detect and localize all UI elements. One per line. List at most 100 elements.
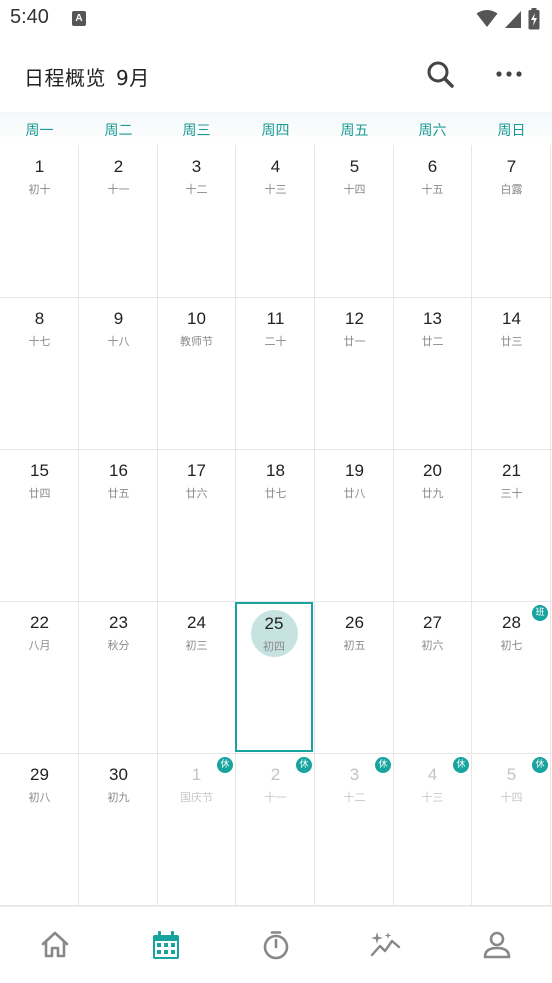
day-number: 26 [345, 613, 364, 632]
calendar-day[interactable]: 19 廿八 [315, 449, 394, 601]
day-number: 19 [345, 461, 364, 480]
lunar-date: 初五 [343, 639, 366, 652]
home-icon [41, 931, 69, 958]
lunar-date: 十七 [28, 335, 51, 348]
day-number: 24 [187, 613, 206, 632]
calendar-icon [153, 931, 179, 959]
lunar-date: 十一 [107, 183, 130, 196]
bottom-nav [0, 906, 552, 983]
wifi-icon [476, 10, 498, 27]
holiday-badge: 休 [217, 757, 233, 773]
day-number: 21 [502, 461, 521, 480]
calendar-day[interactable]: 24 初三 [157, 601, 236, 753]
holiday-badge: 休 [296, 757, 312, 773]
calendar-day[interactable]: 29 初八 [0, 753, 79, 905]
calendar-day[interactable]: 26 初五 [315, 601, 394, 753]
lunar-date: 十八 [107, 335, 130, 348]
lunar-date: 白露 [500, 183, 523, 196]
calendar-day[interactable]: 4 十三 [236, 145, 315, 297]
calendar-day[interactable]: 17 廿六 [157, 449, 236, 601]
lunar-date: 十四 [343, 183, 366, 196]
search-icon [427, 61, 454, 88]
profile-icon [483, 931, 511, 959]
day-number: 14 [502, 309, 521, 328]
calendar-day[interactable]: 23 秋分 [79, 601, 158, 753]
lunar-date: 初四 [263, 640, 285, 653]
calendar-day[interactable]: 8 十七 [0, 297, 79, 449]
lunar-date: 十二 [185, 183, 208, 196]
calendar-day[interactable]: 6 十五 [393, 145, 472, 297]
signal-icon [505, 11, 521, 28]
lunar-date: 初九 [107, 791, 130, 804]
nav-timer[interactable] [260, 929, 292, 961]
lunar-date: 国庆节 [180, 791, 213, 804]
weekday-label: 周四 [261, 123, 290, 139]
calendar-day[interactable]: 16 廿五 [79, 449, 158, 601]
nav-calendar[interactable] [150, 929, 182, 961]
weekday-label: 周日 [497, 123, 526, 139]
calendar-day[interactable]: 10 教师节 [157, 297, 236, 449]
calendar-day[interactable]: 13 廿二 [393, 297, 472, 449]
nav-profile[interactable] [481, 929, 513, 961]
lunar-date: 十五 [421, 183, 444, 196]
calendar-day[interactable]: 18 廿七 [236, 449, 315, 601]
weekday-label: 周六 [418, 123, 447, 139]
calendar-day[interactable]: 5 十四 [315, 145, 394, 297]
month-label[interactable]: 9月 [116, 66, 150, 90]
search-button[interactable] [424, 58, 456, 90]
day-number: 15 [30, 461, 49, 480]
calendar-day[interactable]: 22 八月 [0, 601, 79, 753]
calendar-day[interactable]: 28 初七班 [472, 601, 551, 753]
day-number: 7 [506, 157, 517, 176]
day-number: 17 [187, 461, 206, 480]
day-number: 20 [423, 461, 442, 480]
calendar-day[interactable]: 1 国庆节休 [157, 753, 236, 905]
calendar-day[interactable]: 20 廿九 [393, 449, 472, 601]
day-number: 27 [423, 613, 442, 632]
day-number: 30 [109, 765, 128, 784]
calendar-day[interactable]: 1 初十 [0, 145, 79, 297]
calendar-day[interactable]: 15 廿四 [0, 449, 79, 601]
day-number: 4 [270, 157, 281, 176]
calendar-day-today[interactable]: 25 初四 [235, 602, 313, 752]
calendar-day[interactable]: 14 廿三 [472, 297, 551, 449]
day-number: 25 [264, 614, 284, 633]
calendar-day[interactable]: 12 廿一 [315, 297, 394, 449]
lunar-date: 教师节 [180, 335, 213, 348]
calendar-day[interactable]: 3 十二休 [315, 753, 394, 905]
calendar-day[interactable]: 21 三十 [472, 449, 551, 601]
day-number: 8 [34, 309, 45, 328]
calendar-day[interactable]: 7 白露 [472, 145, 551, 297]
calendar-day[interactable]: 3 十二 [157, 145, 236, 297]
title-text: 日程概览 [24, 66, 106, 90]
calendar-day[interactable]: 5 十四休 [472, 753, 551, 905]
calendar-day[interactable]: 2 十一休 [236, 753, 315, 905]
calendar-day[interactable]: 11 二十 [236, 297, 315, 449]
day-number: 3 [191, 157, 202, 176]
lunar-date: 廿六 [185, 487, 208, 500]
day-number: 13 [423, 309, 442, 328]
timer-icon [263, 931, 289, 960]
calendar-day[interactable]: 30 初九 [79, 753, 158, 905]
lunar-date: 初十 [28, 183, 51, 196]
lunar-date: 廿九 [421, 487, 444, 500]
lunar-date: 初三 [185, 639, 208, 652]
lunar-date: 廿五 [107, 487, 130, 500]
nav-insights[interactable] [370, 929, 402, 961]
lunar-date: 十三 [264, 183, 287, 196]
more-options-button[interactable] [494, 60, 526, 88]
nav-home[interactable] [39, 929, 71, 961]
lunar-date: 廿二 [421, 335, 444, 348]
lunar-date: 八月 [28, 639, 51, 652]
day-number: 1 [34, 157, 45, 176]
calendar-day[interactable]: 4 十三休 [393, 753, 472, 905]
lunar-date: 十二 [343, 791, 366, 804]
weekday-header: 周一 周二 周三 周四 周五 周六 周日 [0, 112, 552, 146]
app-bar: 日程概览 9月 [0, 38, 552, 112]
calendar-day[interactable]: 2 十一 [79, 145, 158, 297]
lunar-date: 十三 [421, 791, 444, 804]
calendar-day[interactable]: 27 初六 [393, 601, 472, 753]
day-number: 29 [30, 765, 49, 784]
calendar-day[interactable]: 9 十八 [79, 297, 158, 449]
weekday-label: 周三 [182, 123, 211, 139]
